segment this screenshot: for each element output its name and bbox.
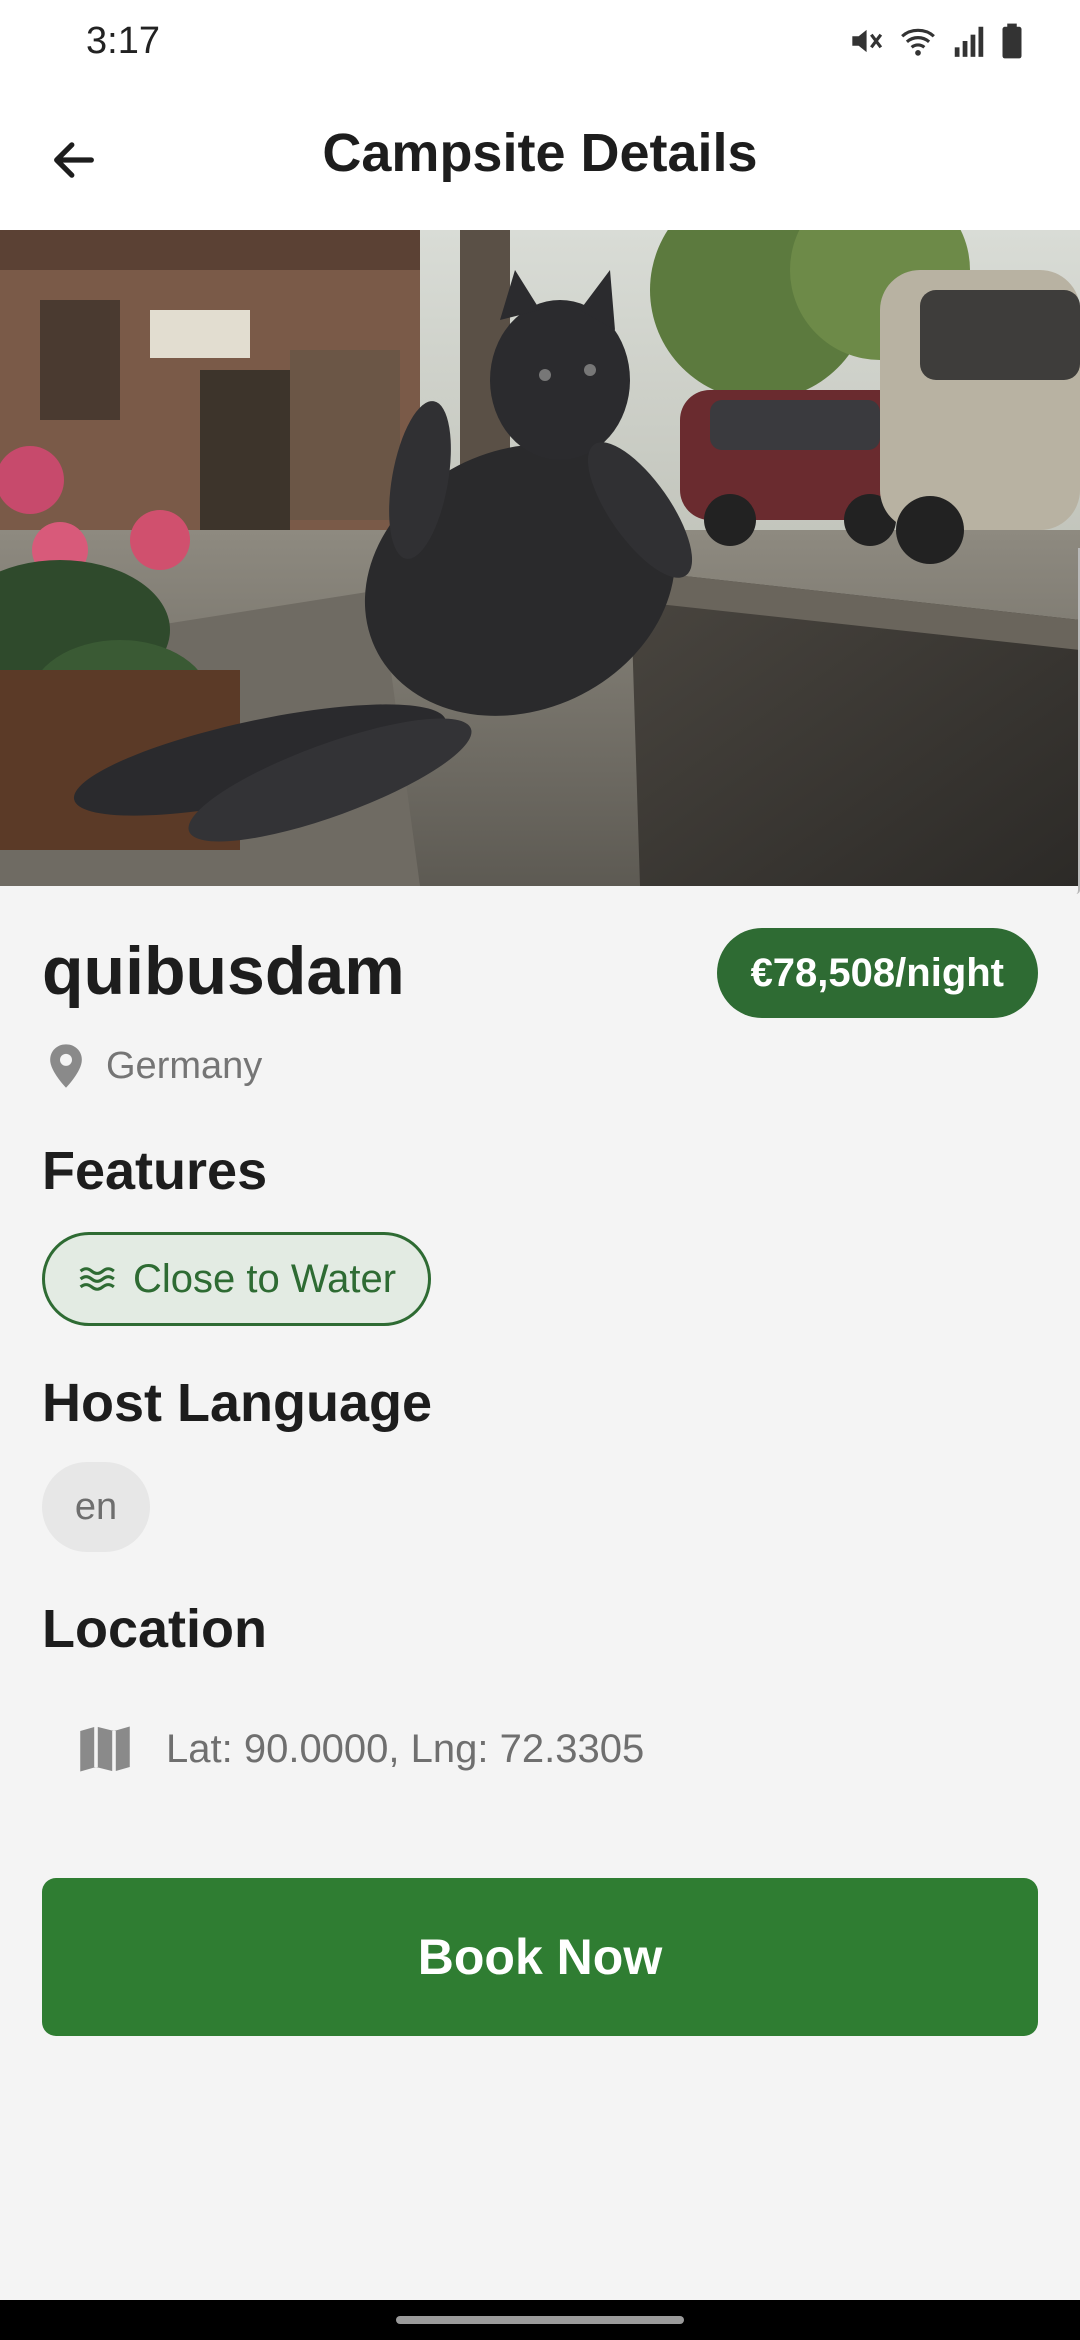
location-title: Location bbox=[42, 1599, 267, 1659]
location-text: Germany bbox=[106, 1044, 263, 1087]
feature-chip-label: Close to Water bbox=[133, 1256, 397, 1301]
system-nav-bar bbox=[0, 2300, 1080, 2340]
home-handle[interactable] bbox=[396, 2316, 684, 2324]
feature-chip-close-to-water[interactable]: Close to Water bbox=[42, 1232, 432, 1326]
waves-icon bbox=[79, 1267, 115, 1291]
status-bar: 3:17 bbox=[0, 0, 1080, 88]
book-now-button[interactable]: Book Now bbox=[42, 1878, 1038, 2036]
wifi-icon bbox=[898, 22, 938, 60]
scroll-indicator bbox=[1074, 548, 1080, 894]
campsite-name: quibusdam bbox=[42, 933, 405, 1009]
signal-icon bbox=[952, 22, 986, 60]
mute-icon bbox=[846, 22, 884, 60]
language-chip[interactable]: en bbox=[42, 1462, 150, 1552]
status-icons bbox=[846, 22, 1024, 60]
features-title: Features bbox=[42, 1141, 268, 1201]
page-title: Campsite Details bbox=[322, 123, 758, 183]
app-bar: Campsite Details bbox=[0, 88, 1080, 230]
campsite-location: Germany bbox=[46, 1042, 262, 1090]
map-pin-icon bbox=[50, 1044, 82, 1088]
coordinates-row: Lat: 90.0000, Lng: 72.3305 bbox=[78, 1724, 644, 1774]
campsite-photo bbox=[0, 230, 1080, 886]
battery-icon bbox=[1000, 22, 1024, 60]
host-language-title: Host Language bbox=[42, 1373, 433, 1433]
status-time: 3:17 bbox=[86, 20, 160, 62]
map-icon bbox=[80, 1726, 130, 1772]
coordinates-text: Lat: 90.0000, Lng: 72.3305 bbox=[166, 1726, 645, 1771]
price-badge: €78,508/night bbox=[716, 928, 1038, 1018]
